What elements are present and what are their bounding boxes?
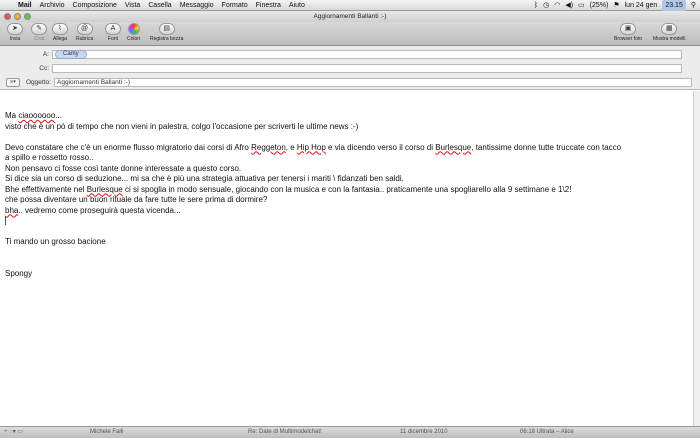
- vertical-scrollbar[interactable]: [693, 91, 700, 426]
- chat-icon: ✎: [31, 23, 47, 35]
- body-line: bha.. vedremo come proseguirà questa vic…: [5, 205, 181, 215]
- misspelled-word: Hip Hop: [296, 142, 326, 152]
- time-machine-icon[interactable]: ◷: [543, 0, 549, 11]
- subject-field[interactable]: Aggiornamenti Ballanti :-): [54, 78, 692, 87]
- addressbook-label: Rubrica: [76, 36, 94, 42]
- cc-field[interactable]: [52, 63, 682, 73]
- attach-button[interactable]: ⌇ Allega: [52, 23, 68, 45]
- battery-percent: (25%): [589, 1, 609, 9]
- menu-finestra[interactable]: Finestra: [252, 0, 285, 11]
- battery-icon[interactable]: ▭: [578, 0, 585, 11]
- font-icon: A: [105, 23, 121, 35]
- to-row: A: Camy: [0, 49, 682, 59]
- body-line: Devo constatare che c'è un enorme flusso…: [5, 142, 622, 152]
- body-line: Ma ciaoooooo...: [5, 111, 62, 120]
- subject-label: Oggetto:: [26, 79, 51, 86]
- body-line: visto che è un pò di tempo che non vieni…: [5, 121, 359, 131]
- menu-mail[interactable]: Mail: [14, 0, 36, 11]
- add-icon[interactable]: + ◌▾ ▭: [4, 427, 23, 438]
- send-button[interactable]: ➤ Invia: [7, 23, 23, 45]
- font-button[interactable]: A Font: [105, 23, 121, 45]
- menu-formato[interactable]: Formato: [218, 0, 252, 11]
- templates-icon: ▦: [661, 23, 678, 35]
- misspelled-word: Reggeton: [251, 142, 286, 152]
- menubar-clock[interactable]: 23.15: [662, 0, 686, 11]
- text-cursor: [5, 216, 688, 227]
- status-menus: ᛒ ◷ ◠ ◀) ▭ (25%) ⚑ lun 24 gen 23.15 ⚲: [534, 0, 700, 11]
- show-templates-label: Mostra modelli: [653, 36, 686, 42]
- addressbook-icon: @: [76, 23, 93, 35]
- close-window-icon[interactable]: [4, 13, 11, 20]
- color-wheel-icon: [127, 23, 140, 35]
- show-templates-button[interactable]: ▦ Mostra modelli: [653, 23, 686, 45]
- menubar-date[interactable]: lun 24 gen: [625, 0, 658, 11]
- colors-button[interactable]: Colori: [127, 23, 140, 45]
- save-draft-icon: ▤: [158, 23, 175, 35]
- to-field[interactable]: Camy: [52, 49, 682, 59]
- save-draft-label: Registra bozza: [150, 36, 184, 42]
- cc-row: Cc:: [0, 63, 682, 73]
- photo-browser-icon: ▣: [620, 23, 637, 35]
- zoom-window-icon[interactable]: [24, 13, 31, 20]
- list-subject[interactable]: Re: Date di Multimodelchat!: [248, 427, 322, 438]
- spotlight-icon[interactable]: ⚲: [691, 0, 696, 11]
- menu-vista[interactable]: Vista: [121, 0, 144, 11]
- volume-icon[interactable]: ◀): [565, 0, 573, 11]
- misspelled-word: Burlesque: [86, 184, 123, 194]
- message-header: A: Camy Cc: ≡▾ Oggetto: Aggiornamenti Ba…: [0, 46, 700, 90]
- menu-aiuto[interactable]: Aiuto: [285, 0, 309, 11]
- background-mail-list: + ◌▾ ▭ Michele Falli Re: Date di Multimo…: [0, 426, 700, 438]
- colors-label: Colori: [127, 36, 141, 42]
- closing-line: Ti mando un grosso bacione: [5, 237, 106, 246]
- window-title: Aggiornamenti Ballanti :-): [313, 13, 387, 20]
- bluetooth-icon[interactable]: ᛒ: [534, 0, 538, 11]
- photo-browser-label: Browser foto: [614, 36, 643, 42]
- send-label: Invia: [9, 36, 21, 42]
- cc-label: Cc:: [39, 64, 49, 72]
- body-line: Bhe effettivamente nel Burlesque ci si s…: [5, 184, 572, 194]
- list-extra[interactable]: 06:18 Ultrata – Alice: [520, 427, 574, 438]
- menu-bar: Mail Archivio Composizione Vista Casella…: [0, 0, 700, 11]
- misspelled-word: ciaoooooo: [18, 111, 56, 120]
- addressbook-button[interactable]: @ Rubrica: [76, 23, 93, 45]
- list-sender[interactable]: Michele Falli: [90, 427, 123, 438]
- minimize-window-icon[interactable]: [14, 13, 21, 20]
- subject-value: Aggiornamenti Ballanti :-): [57, 79, 130, 86]
- body-line: a spillo e rossetto rosso..: [5, 153, 94, 162]
- signature-line: Spongy: [5, 268, 33, 278]
- menu-archivio[interactable]: Archivio: [36, 0, 69, 11]
- save-draft-button[interactable]: ▤ Registra bozza: [150, 23, 183, 45]
- photo-browser-button[interactable]: ▣ Browser foto: [614, 23, 642, 45]
- menu-casella[interactable]: Casella: [144, 0, 175, 11]
- paperclip-icon: ⌇: [52, 23, 68, 35]
- body-line: Si dice sia un corso di seduzione... mi …: [5, 174, 404, 183]
- flag-icon[interactable]: ⚑: [613, 0, 619, 11]
- header-options-menu[interactable]: ≡▾: [6, 78, 20, 87]
- chat-button[interactable]: ✎ Chat: [31, 23, 47, 45]
- compose-toolbar: ➤ Invia ✎ Chat ⌇ Allega @ Rubrica A Font…: [0, 22, 700, 46]
- misspelled-word: bha: [5, 205, 19, 215]
- chat-label: Chat: [33, 36, 45, 42]
- send-icon: ➤: [7, 23, 23, 35]
- body-line: che possa diventare un buon rituale da f…: [5, 195, 268, 204]
- menu-composizione[interactable]: Composizione: [69, 0, 121, 11]
- menu-messaggio[interactable]: Messaggio: [176, 0, 218, 11]
- recipient-token[interactable]: Camy: [55, 49, 87, 59]
- attach-label: Allega: [53, 36, 67, 42]
- window-titlebar: Aggiornamenti Ballanti :-): [0, 11, 700, 22]
- misspelled-word: Burlesque: [435, 142, 472, 152]
- body-line: Non pensavo ci fosse così tante donne in…: [5, 163, 242, 173]
- font-label: Font: [107, 36, 118, 42]
- to-label: A:: [42, 50, 49, 58]
- wifi-icon[interactable]: ◠: [554, 0, 560, 11]
- message-body[interactable]: Ma ciaoooooo... visto che è un pò di tem…: [0, 91, 693, 426]
- list-date[interactable]: 11 dicembre 2010: [400, 427, 448, 438]
